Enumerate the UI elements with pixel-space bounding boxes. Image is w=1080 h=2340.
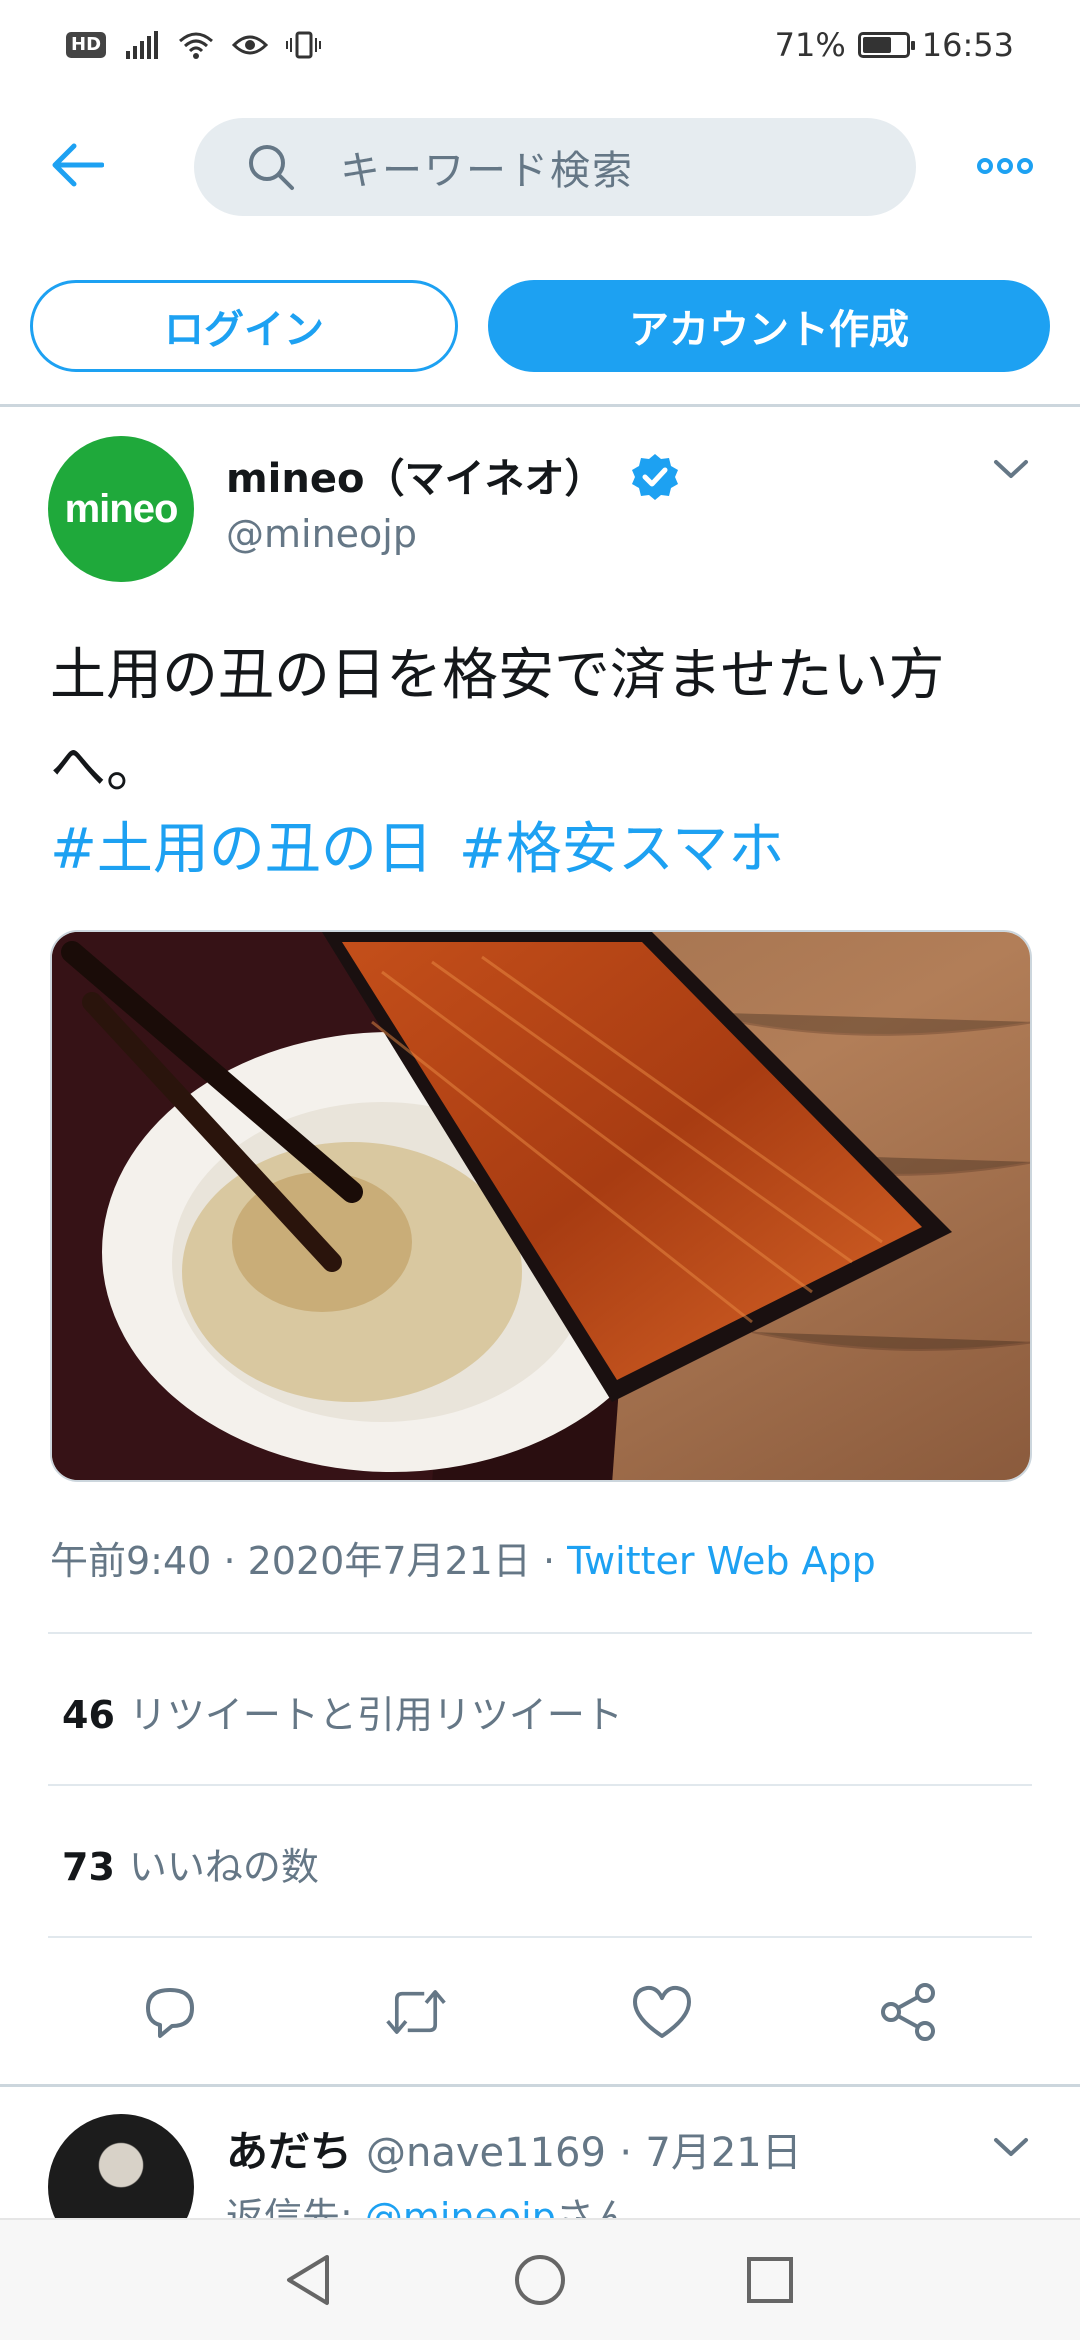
nav-home-button[interactable] [510,2250,570,2310]
back-arrow-icon [52,143,104,187]
signup-button[interactable]: アカウント作成 [488,280,1050,372]
top-nav: キーワード検索 [0,110,1080,220]
divider [0,2084,1080,2087]
nav-back-button[interactable] [278,2250,338,2310]
likes-count: 73 [62,1845,115,1889]
signal-icon [126,31,159,59]
nav-back-icon [287,2255,329,2305]
system-nav-bar [0,2218,1080,2340]
divider [48,1632,1032,1634]
retweets-stat[interactable]: 46 リツイートと引用リツイート [62,1684,623,1739]
tweet-metadata: 午前9:40 · 2020年7月21日 · Twitter Web App [50,1530,876,1585]
reply-to-line: 返信先: @mineojpさん [226,2186,632,2222]
back-button[interactable] [44,132,110,198]
like-heart-icon [633,1985,691,2038]
search-input[interactable]: キーワード検索 [194,118,916,216]
reply-author-handle[interactable]: @nave1169 [366,2130,606,2176]
auth-row: ログイン アカウント作成 [0,280,1080,374]
tweet-image[interactable] [50,930,1032,1482]
share-button[interactable] [876,1980,940,2044]
unagi-phone-photo [52,932,1030,1480]
divider [48,1784,1032,1786]
divider [48,1936,1032,1938]
hashtag-link[interactable]: #格安スマホ [459,817,784,882]
like-button[interactable] [630,1980,694,2044]
chevron-down-icon[interactable] [990,2130,1032,2166]
reply-header: あだち @nave1169 · 7月21日 [226,2118,802,2179]
tweet-date[interactable]: 2020年7月21日 [248,1539,531,1583]
retweet-icon [386,1990,446,2034]
search-placeholder: キーワード検索 [340,148,634,194]
reply-icon [146,1988,194,2038]
battery-percent: 71% [774,26,846,64]
hashtag-link[interactable]: #土用の丑の日 [50,817,433,882]
status-left: HD [66,31,322,59]
share-icon [881,1983,935,2041]
eye-icon [232,35,269,55]
reply-author-name[interactable]: あだち [226,2127,352,2176]
meta-separator: · [223,1539,236,1583]
avatar-logo-text: mineo [64,486,179,531]
tweet-actions [0,1960,1080,2060]
hd-badge: HD [66,32,107,58]
divider [0,404,1080,407]
author-avatar[interactable]: mineo [48,436,194,582]
more-options-button[interactable] [972,140,1038,192]
battery-fill [862,37,892,53]
verified-badge-icon [632,454,678,500]
nav-recents-button[interactable] [740,2250,800,2310]
retweet-button[interactable] [384,1980,448,2044]
wifi-icon [179,32,214,59]
author-name[interactable]: mineo（マイネオ） [226,446,604,504]
login-button[interactable]: ログイン [30,280,458,372]
more-options-icon [977,158,1033,174]
status-right: 71% 16:53 [775,26,1014,64]
retweets-label: リツイートと引用リツイート [128,1693,623,1737]
battery-icon [857,32,915,58]
reply-date[interactable]: 7月21日 [645,2130,801,2176]
tweet-source-link[interactable]: Twitter Web App [567,1539,876,1583]
status-bar: HD 71% 16:53 [0,0,1080,90]
vibrate-icon [286,31,322,59]
tweet-time[interactable]: 午前9:40 [50,1539,211,1583]
retweets-count: 46 [62,1693,115,1737]
meta-separator: · [619,2130,633,2176]
nav-home-icon [515,2255,565,2305]
likes-label: いいねの数 [128,1845,319,1889]
chevron-down-icon[interactable] [990,452,1032,488]
tweet-hashtags: #土用の丑の日 #格安スマホ [50,808,810,892]
clock: 16:53 [921,26,1014,64]
reply-button[interactable] [138,1980,202,2044]
tweet-text: 土用の丑の日を格安で済ませたい方へ。 [50,643,945,800]
author-handle[interactable]: @mineojp [226,512,417,556]
meta-separator: · [542,1539,556,1583]
likes-stat[interactable]: 73 いいねの数 [62,1836,319,1891]
search-icon [249,145,294,190]
nav-recents-icon [747,2257,793,2303]
